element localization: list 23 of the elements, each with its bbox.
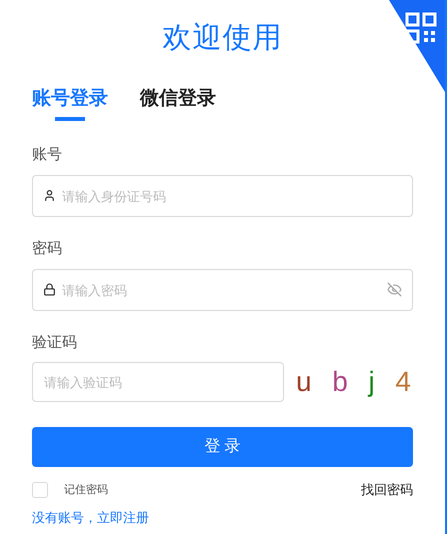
password-field[interactable]: 请输入密码 [32,269,413,311]
lock-icon [43,283,56,296]
hide-password-icon[interactable] [387,282,402,297]
remember-checkbox[interactable] [32,482,48,498]
captcha-field[interactable]: 请输入验证码 [32,362,284,402]
user-icon [43,189,56,202]
register-link[interactable]: 没有账号，立即注册 [32,508,149,527]
login-tab[interactable]: 微信登录 [140,86,216,121]
captcha-character: u [296,366,312,398]
field-label: 账号 [32,145,63,165]
remember-label: 记住密码 [64,482,108,498]
field-label: 密码 [32,239,63,259]
captcha-image[interactable]: u b j 4 [294,362,413,402]
login-button[interactable]: 登 录 [32,427,413,467]
captcha-character: j [368,366,375,398]
captcha-character: b [332,366,348,398]
account-field[interactable]: 请输入身份证号码 [32,175,413,217]
field-label: 验证码 [32,333,78,353]
qr-code-icon [405,12,437,44]
login-tab[interactable]: 账号登录 [32,86,108,121]
welcome-title: 欢迎使用 [162,21,282,56]
captcha-character: 4 [395,366,411,398]
forgot-password-link[interactable]: 找回密码 [361,480,413,500]
